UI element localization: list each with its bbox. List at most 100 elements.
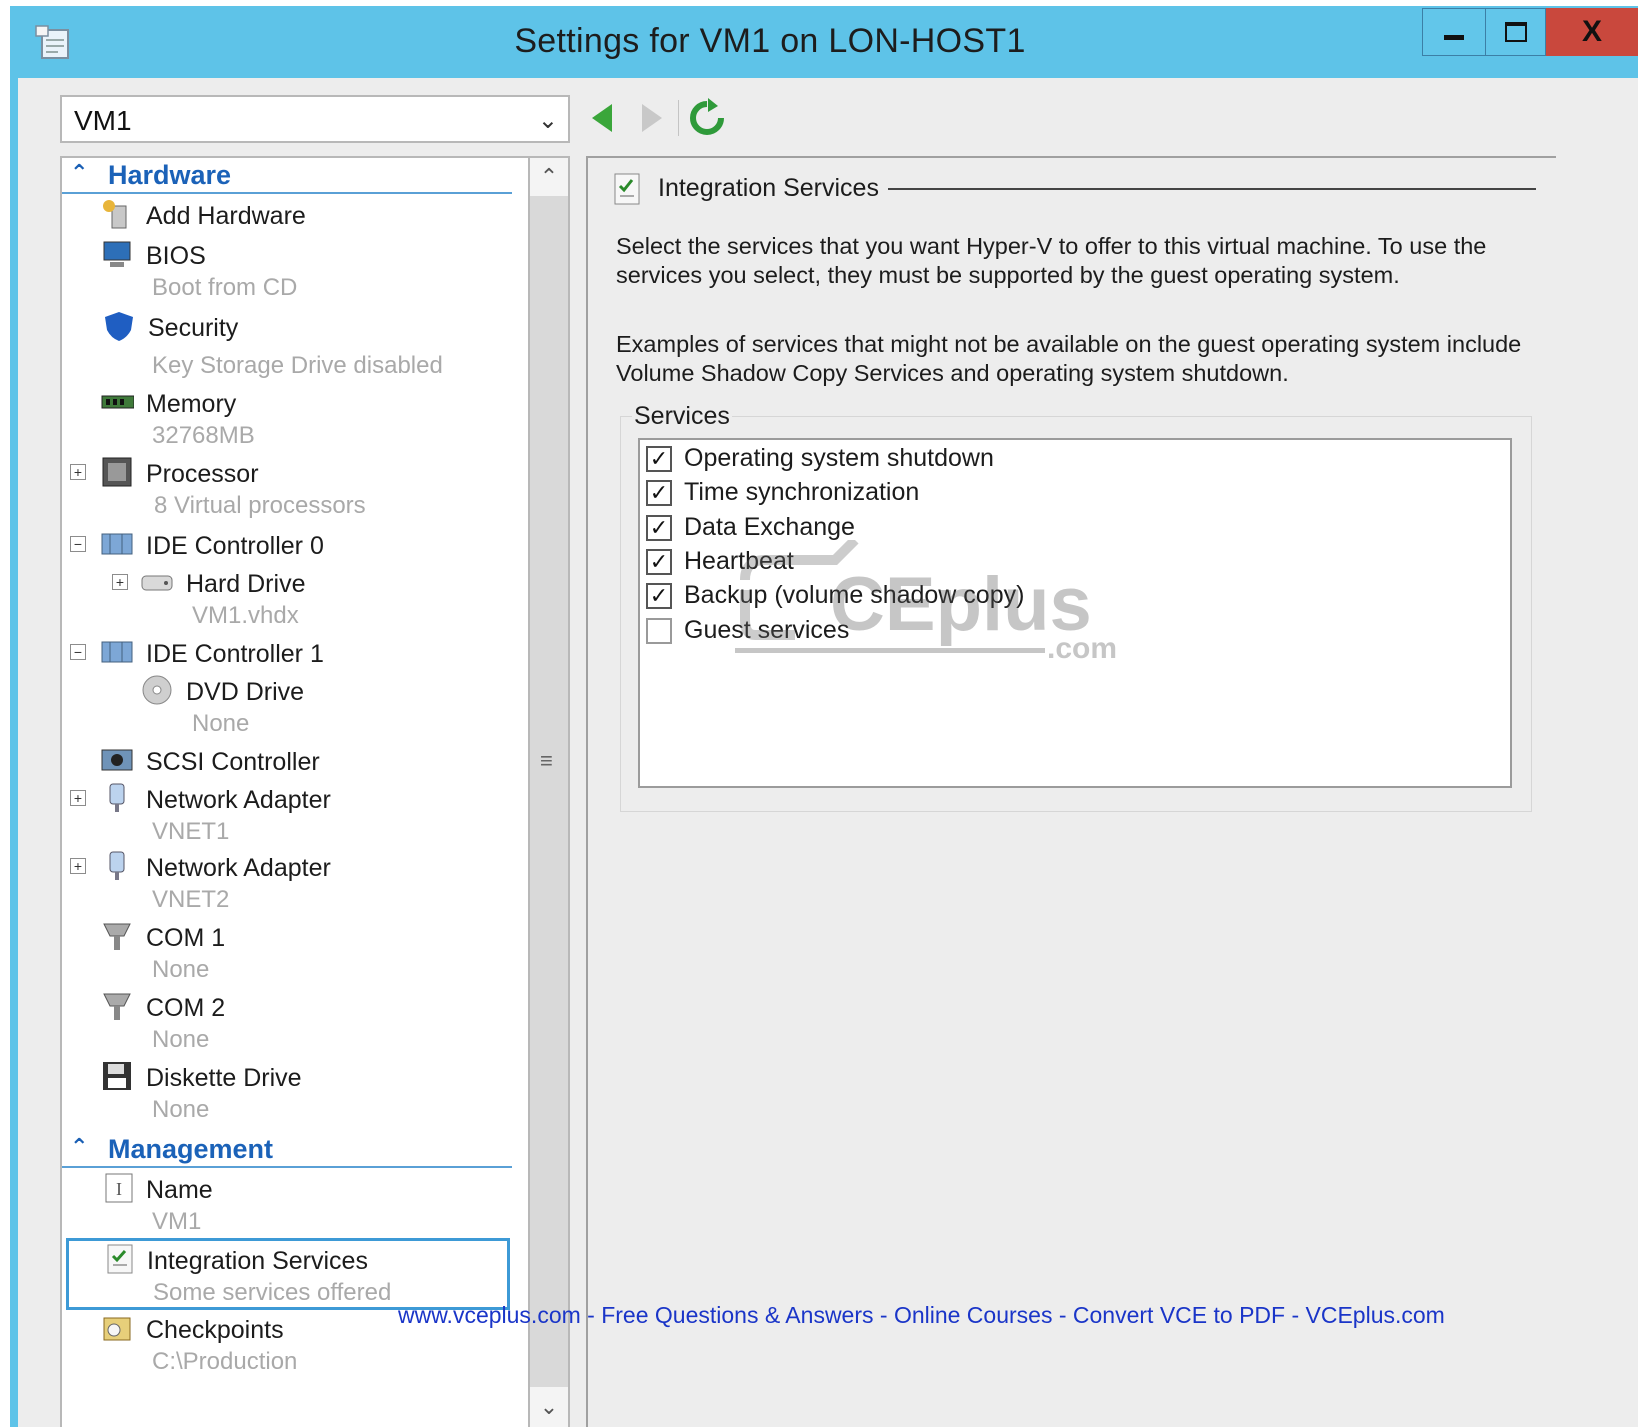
processor-icon xyxy=(102,457,132,487)
network-adapter-icon xyxy=(109,783,125,812)
integration-services-icon xyxy=(107,1244,133,1274)
tree-item-detail: VNET2 xyxy=(152,886,230,913)
checkpoints-icon xyxy=(103,1317,131,1341)
tree-item-detail: Boot from CD xyxy=(152,274,298,301)
collapse-minus-icon[interactable]: − xyxy=(70,644,86,660)
panel-description: Select the services that you want Hyper-… xyxy=(616,233,1487,288)
chevron-down-icon: ⌄ xyxy=(537,107,558,134)
collapse-minus-icon[interactable]: − xyxy=(70,536,86,552)
title-bar[interactable]: Settings for VM1 on LON-HOST1 X xyxy=(10,6,1638,78)
tree-item-detail: None xyxy=(192,710,250,737)
name-text-icon: I xyxy=(105,1173,133,1203)
services-list: ✓ Operating system shutdown ✓ Time synch… xyxy=(638,438,1512,788)
settings-window: Settings for VM1 on LON-HOST1 X VM1 ⌄ ⌃ … xyxy=(10,6,1638,1427)
tree-item-detail: C:\Production xyxy=(152,1348,298,1375)
maximize-button[interactable] xyxy=(1486,8,1546,56)
expand-plus-icon[interactable]: + xyxy=(70,858,86,874)
vm-selector-dropdown[interactable]: VM1 ⌄ xyxy=(60,95,570,143)
checkbox-checked[interactable]: ✓ xyxy=(646,583,672,609)
minimize-icon xyxy=(1444,34,1464,40)
tree-item-detail: None xyxy=(152,956,210,983)
dvd-drive-icon xyxy=(142,675,172,705)
ide-controller-icon xyxy=(101,641,133,663)
tree-item-label: BIOS xyxy=(146,242,206,270)
toolbar-separator xyxy=(678,100,679,136)
panel-note: Examples of services that might not be a… xyxy=(616,331,1522,386)
tree-item-label: Network Adapter xyxy=(146,854,331,882)
ide-controller-icon xyxy=(101,533,133,555)
tree-item-detail: None xyxy=(152,1026,210,1053)
tree-item-label: Checkpoints xyxy=(146,1316,284,1344)
bios-icon xyxy=(103,241,131,267)
memory-icon xyxy=(101,395,134,409)
tree-item-detail: VNET1 xyxy=(152,818,230,845)
scroll-thumb-grip-icon[interactable]: ≡ xyxy=(540,748,553,774)
minimize-button[interactable] xyxy=(1422,8,1486,56)
tree-item-label: Hard Drive xyxy=(186,570,306,598)
management-section-header[interactable]: ⌃ Management xyxy=(62,1132,512,1168)
tree-item-integration-services[interactable]: Integration Services Some services offer… xyxy=(66,1238,510,1310)
vm-selector-value: VM1 xyxy=(74,105,132,136)
hardware-header-label: Hardware xyxy=(108,160,232,190)
maximize-icon xyxy=(1504,22,1527,42)
shield-icon xyxy=(105,312,133,341)
tree-item-detail: None xyxy=(152,1096,210,1123)
svg-text:I: I xyxy=(116,1179,122,1199)
settings-tree: ⌃ Hardware Add Hardware BIOS Boot from C… xyxy=(60,156,530,1427)
checkbox-unchecked[interactable] xyxy=(646,618,672,644)
tree-item-label: Processor xyxy=(146,460,259,488)
tree-item-label: Diskette Drive xyxy=(146,1064,302,1092)
tree-scrollbar[interactable]: ⌃ ≡ ⌄ xyxy=(530,156,570,1427)
integration-services-icon xyxy=(614,173,640,205)
tree-item-label: Name xyxy=(146,1176,213,1204)
integration-services-panel: Integration Services Select the services… xyxy=(586,156,1556,1427)
tree-item-label: COM 1 xyxy=(146,924,226,952)
panel-title-rule xyxy=(888,188,1536,190)
tree-item-label: DVD Drive xyxy=(186,678,305,706)
window-title: Settings for VM1 on LON-HOST1 xyxy=(514,22,1026,60)
tree-item-label: Network Adapter xyxy=(146,786,331,814)
scroll-up-arrow-icon[interactable]: ⌃ xyxy=(530,158,568,196)
tree-item-detail: Some services offered xyxy=(153,1279,392,1306)
expand-plus-icon[interactable]: + xyxy=(112,574,128,590)
com-port-icon xyxy=(103,993,131,1020)
checkbox-checked[interactable]: ✓ xyxy=(646,480,672,506)
network-adapter-icon xyxy=(109,851,125,880)
checkbox-checked[interactable]: ✓ xyxy=(646,446,672,472)
service-label: Backup (volume shadow copy) xyxy=(684,581,1025,609)
client-area: VM1 ⌄ ⌃ Hardware Add Hardware BIOS Boot … xyxy=(18,78,1638,1427)
floppy-disk-icon xyxy=(103,1062,131,1090)
refresh-icon[interactable] xyxy=(688,98,726,138)
collapse-up-icon: ⌃ xyxy=(70,1134,89,1159)
hardware-section-header[interactable]: ⌃ Hardware xyxy=(62,158,512,194)
expand-plus-icon[interactable]: + xyxy=(70,790,86,806)
expand-plus-icon[interactable]: + xyxy=(70,464,86,480)
scroll-down-arrow-icon[interactable]: ⌄ xyxy=(530,1387,568,1427)
tree-item-label: COM 2 xyxy=(146,994,226,1022)
close-button[interactable]: X xyxy=(1546,8,1638,56)
com-port-icon xyxy=(103,923,131,950)
tree-item-label: IDE Controller 1 xyxy=(146,640,324,668)
add-hardware-icon xyxy=(103,200,127,229)
tree-item-label: Add Hardware xyxy=(146,202,306,230)
tree-item-label: IDE Controller 0 xyxy=(146,532,324,560)
service-label: Guest services xyxy=(684,616,850,644)
checkbox-checked[interactable]: ✓ xyxy=(646,549,672,575)
arrow-left-icon[interactable] xyxy=(584,98,622,138)
collapse-up-icon: ⌃ xyxy=(70,160,89,185)
tree-item-detail: VM1 xyxy=(152,1208,202,1235)
tree-item-label: SCSI Controller xyxy=(146,748,320,776)
tree-item-label: Security xyxy=(148,314,239,342)
service-label: Heartbeat xyxy=(684,547,794,575)
tree-item-label: Memory xyxy=(146,390,237,418)
footer-promo-link[interactable]: www.vceplus.com - Free Questions & Answe… xyxy=(398,1302,1445,1329)
tree-item-detail: Key Storage Drive disabled xyxy=(152,352,443,379)
tree-item-detail: VM1.vhdx xyxy=(192,602,299,629)
tree-item-label: Integration Services xyxy=(147,1247,368,1275)
tree-item-detail: 8 Virtual processors xyxy=(154,492,366,519)
service-label: Data Exchange xyxy=(684,513,855,541)
checkbox-checked[interactable]: ✓ xyxy=(646,515,672,541)
arrow-right-icon[interactable] xyxy=(632,98,670,138)
services-group-label: Services xyxy=(632,402,732,431)
tree-item-detail: 32768MB xyxy=(152,422,255,449)
